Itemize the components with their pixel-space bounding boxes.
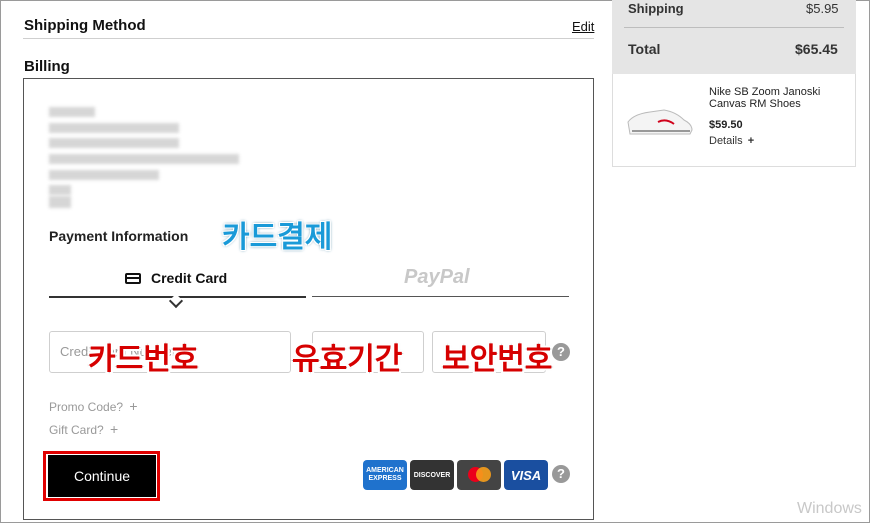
promo-code-toggle[interactable]: Promo Code? + [49,398,138,414]
annotation-cvv: 보안번호 [442,343,553,376]
cvv-help-icon[interactable]: ? [552,343,570,361]
tab-credit-card-label: Credit Card [151,270,228,286]
shipping-method-title: Shipping Method [24,17,146,34]
gift-card-toggle[interactable]: Gift Card? + [49,421,118,437]
plus-icon: + [129,398,138,414]
visa-logo: VISA [504,460,548,490]
product-image [627,109,693,135]
plus-icon: + [747,135,755,147]
tab-underline [312,296,569,297]
annotation-expiry: 유효기간 [292,343,403,376]
details-toggle[interactable]: Details + [709,135,754,147]
total-value: $65.45 [795,41,838,57]
edit-link[interactable]: Edit [572,19,594,34]
windows-watermark: Windows [797,500,862,517]
promo-code-label: Promo Code? [49,400,124,414]
cards-help-icon[interactable]: ? [552,465,570,483]
plus-icon: + [110,421,119,437]
amex-logo: AMERICAN EXPRESS [363,460,407,490]
gift-card-label: Gift Card? [49,423,104,437]
annotation-card-payment: 카드결제 [222,221,333,254]
details-label: Details [709,135,743,147]
continue-button[interactable]: Continue [48,455,156,497]
tab-paypal[interactable]: PayPal [312,262,569,298]
billing-title: Billing [24,58,70,75]
payment-info-title: Payment Information [49,228,189,244]
shipping-value: $5.95 [806,1,839,16]
credit-card-icon [125,273,141,284]
discover-logo: DISCOVER [410,460,454,490]
divider [23,38,594,39]
shipping-label: Shipping [628,1,684,16]
total-label: Total [628,41,661,57]
product-price: $59.50 [709,119,743,131]
mastercard-logo [457,460,501,490]
product-name[interactable]: Nike SB Zoom Janoski Canvas RM Shoes [709,86,849,110]
annotation-card-number: 카드번호 [88,343,199,376]
tab-credit-card[interactable]: Credit Card [49,262,306,298]
paypal-logo: PayPal [404,266,470,288]
divider [624,27,844,28]
